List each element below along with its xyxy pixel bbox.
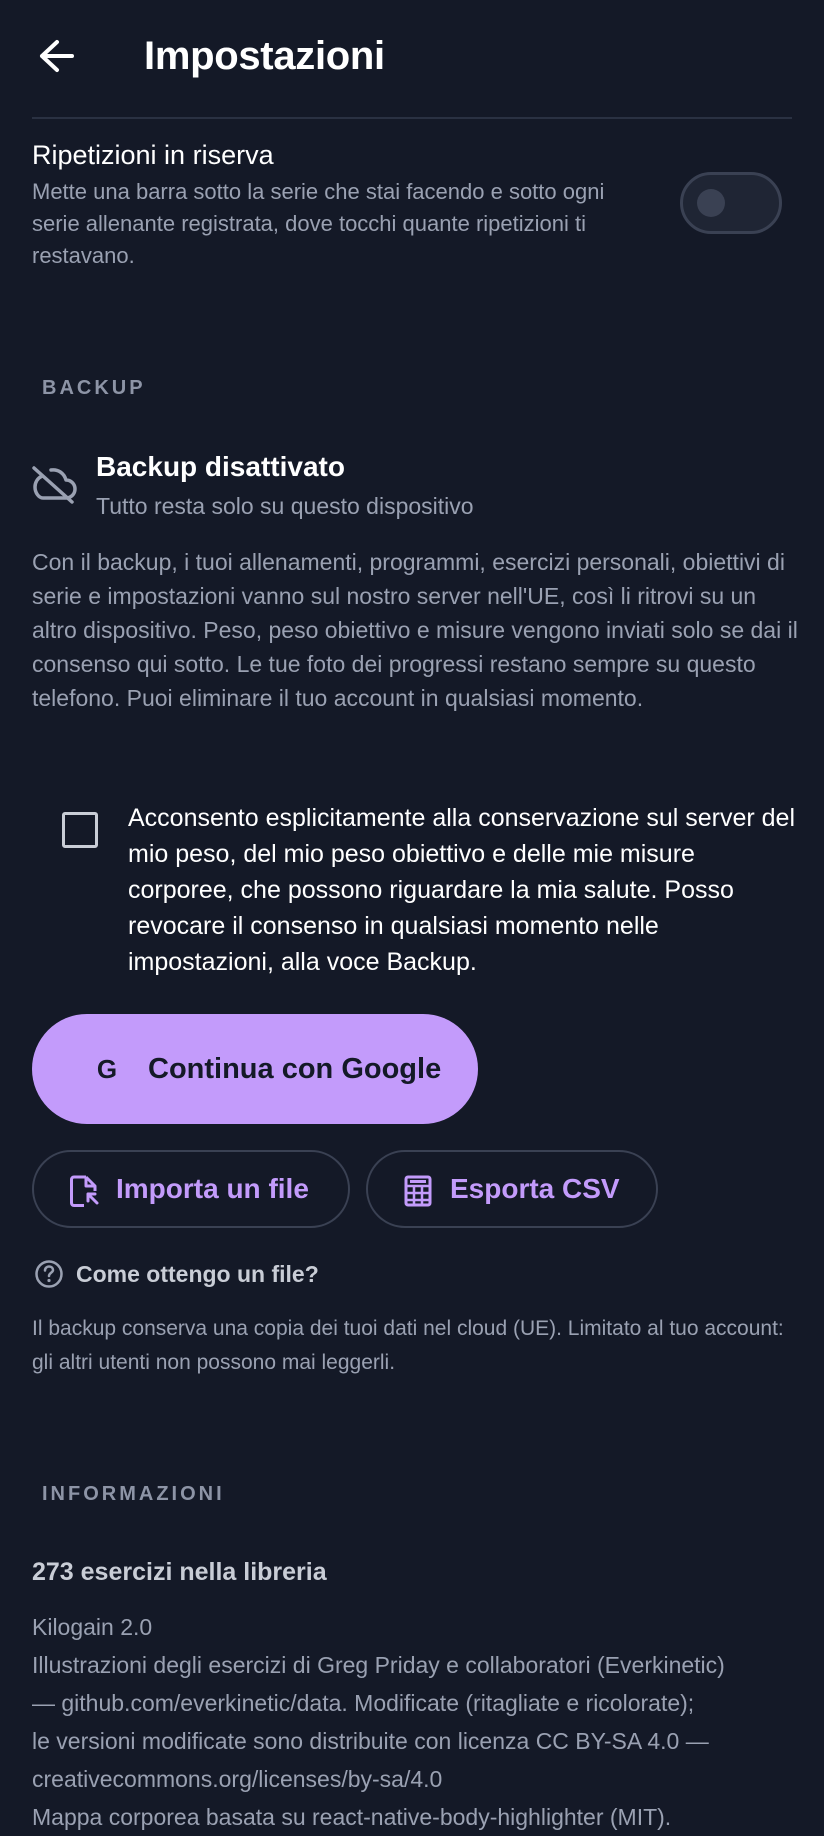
import-file-label: Importa un file [116, 1173, 309, 1204]
file-import-icon [70, 1175, 99, 1207]
google-icon: G [96, 1054, 118, 1084]
help-label: Come ottengo un file? [76, 1261, 319, 1287]
app-header: Impostazioni [0, 0, 824, 118]
info-line: le versioni modificate sono distribuite … [32, 1728, 709, 1754]
spreadsheet-icon [404, 1175, 432, 1207]
export-csv-label: Esporta CSV [450, 1173, 620, 1204]
backup-section-label: BACKUP [42, 377, 146, 399]
library-count: 273 esercizi nella libreria [32, 1558, 327, 1586]
toggle-knob [697, 189, 725, 217]
reserve-reps-toggle[interactable] [680, 172, 782, 234]
cloud-off-icon [32, 466, 77, 504]
info-line: Mappa corporea basata su react-native-bo… [32, 1804, 672, 1830]
info-line: creativecommons.org/licenses/by-sa/4.0 [32, 1766, 443, 1792]
reserve-reps-description: Mette una barra sotto la serie che stai … [32, 179, 605, 268]
arrow-left-icon [40, 40, 74, 72]
reserve-reps-title: Ripetizioni in riserva [32, 140, 274, 170]
google-signin-label: Continua con Google [148, 1053, 442, 1085]
consent-text[interactable]: Acconsento esplicitamente alla conservaz… [128, 800, 798, 980]
backup-status-subtitle: Tutto resta solo su questo dispositivo [96, 493, 474, 519]
info-lines: Kilogain 2.0 Illustrazioni degli eserciz… [32, 1608, 812, 1836]
info-line: Kilogain 2.0 [32, 1614, 153, 1640]
page-title: Impostazioni [144, 34, 385, 78]
back-button[interactable] [30, 30, 82, 82]
backup-note: Il backup conserva una copia dei tuoi da… [32, 1317, 784, 1374]
consent-checkbox[interactable] [62, 812, 98, 848]
import-file-button[interactable]: Importa un file [32, 1150, 350, 1228]
help-circle-icon [35, 1260, 63, 1288]
info-section-label: INFORMAZIONI [42, 1483, 225, 1505]
backup-status-title: Backup disattivato [96, 451, 345, 482]
export-csv-button[interactable]: Esporta CSV [366, 1150, 658, 1228]
header-divider [32, 117, 792, 119]
info-line: — github.com/everkinetic/data. Modificat… [32, 1690, 695, 1716]
google-signin-button[interactable]: G Continua con Google [32, 1014, 478, 1124]
info-line: Illustrazioni degli esercizi di Greg Pri… [32, 1652, 725, 1678]
backup-description: Con il backup, i tuoi allenamenti, progr… [32, 549, 798, 711]
